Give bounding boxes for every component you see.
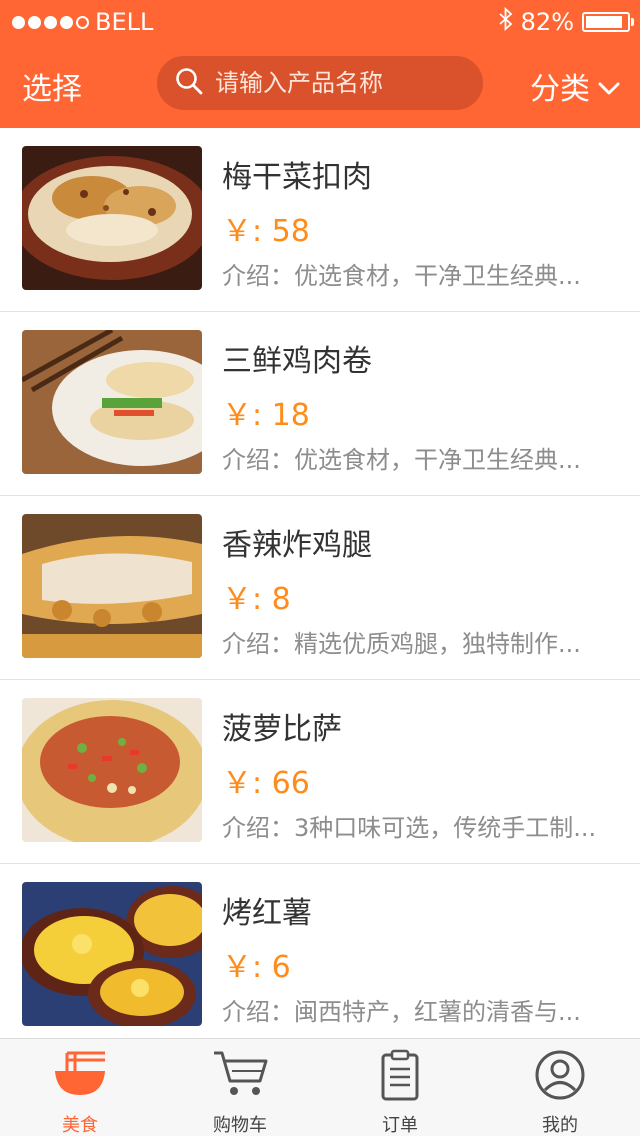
product-description: 介绍：3种口味可选，传统手工制...	[222, 814, 597, 842]
product-image	[22, 698, 202, 842]
select-button[interactable]: 选择	[22, 64, 82, 108]
product-list: 梅干菜扣肉 ￥: 58 介绍：优选食材，干净卫生经典... 三鲜鸡肉卷 ￥: 1…	[0, 128, 640, 1048]
product-image	[22, 882, 202, 1026]
product-item[interactable]: 梅干菜扣肉 ￥: 58 介绍：优选食材，干净卫生经典...	[0, 128, 640, 312]
tab-orders[interactable]: 订单	[320, 1039, 480, 1137]
user-icon	[534, 1049, 586, 1105]
tab-label: 我的	[542, 1115, 578, 1136]
tab-cart[interactable]: 购物车	[160, 1039, 320, 1137]
product-item[interactable]: 香辣炸鸡腿 ￥: 8 介绍：精选优质鸡腿，独特制作...	[0, 496, 640, 680]
product-price: ￥: 66	[222, 766, 310, 801]
product-description: 介绍：精选优质鸡腿，独特制作...	[222, 630, 581, 658]
tab-label: 订单	[382, 1115, 418, 1136]
tab-profile[interactable]: 我的	[480, 1039, 640, 1137]
order-clipboard-icon	[380, 1049, 420, 1105]
chevron-down-icon	[598, 69, 620, 104]
search-icon	[175, 67, 203, 99]
nav-bar: 选择 分类	[0, 40, 640, 128]
product-name: 梅干菜扣肉	[222, 160, 372, 195]
tab-label: 美食	[62, 1115, 98, 1136]
tab-label: 购物车	[213, 1115, 267, 1136]
product-name: 三鲜鸡肉卷	[222, 344, 372, 379]
product-item[interactable]: 烤红薯 ￥: 6 介绍：闽西特产，红薯的清香与...	[0, 864, 640, 1048]
product-item[interactable]: 三鲜鸡肉卷 ￥: 18 介绍：优选食材，干净卫生经典...	[0, 312, 640, 496]
battery-icon	[582, 12, 634, 32]
carrier-info: BELL	[12, 8, 153, 36]
carrier-name: BELL	[95, 8, 154, 36]
tab-food[interactable]: 美食	[0, 1039, 160, 1137]
product-name: 烤红薯	[222, 896, 312, 931]
product-description: 介绍：优选食材，干净卫生经典...	[222, 262, 581, 290]
product-name: 香辣炸鸡腿	[222, 528, 372, 563]
category-dropdown[interactable]: 分类	[530, 64, 620, 108]
tab-bar: 美食 购物车 订单 我的	[0, 1038, 640, 1136]
product-description: 介绍：闽西特产，红薯的清香与...	[222, 998, 581, 1026]
signal-strength-icon	[12, 15, 89, 29]
product-name: 菠萝比萨	[222, 712, 342, 747]
product-description: 介绍：优选食材，干净卫生经典...	[222, 446, 581, 474]
status-right: 82%	[499, 6, 634, 37]
product-price: ￥: 8	[222, 582, 291, 617]
search-input[interactable]	[213, 68, 467, 98]
search-bar[interactable]	[157, 56, 483, 110]
cart-icon	[212, 1049, 268, 1103]
status-bar: BELL 82%	[0, 0, 640, 40]
category-label: 分类	[530, 72, 590, 107]
product-image	[22, 330, 202, 474]
product-item[interactable]: 菠萝比萨 ￥: 66 介绍：3种口味可选，传统手工制...	[0, 680, 640, 864]
product-image	[22, 514, 202, 658]
product-image	[22, 146, 202, 290]
battery-percent: 82%	[520, 8, 574, 36]
product-price: ￥: 18	[222, 398, 310, 433]
food-bowl-icon	[53, 1049, 107, 1103]
bluetooth-icon	[499, 6, 513, 37]
product-price: ￥: 58	[222, 214, 310, 249]
product-price: ￥: 6	[222, 950, 291, 985]
